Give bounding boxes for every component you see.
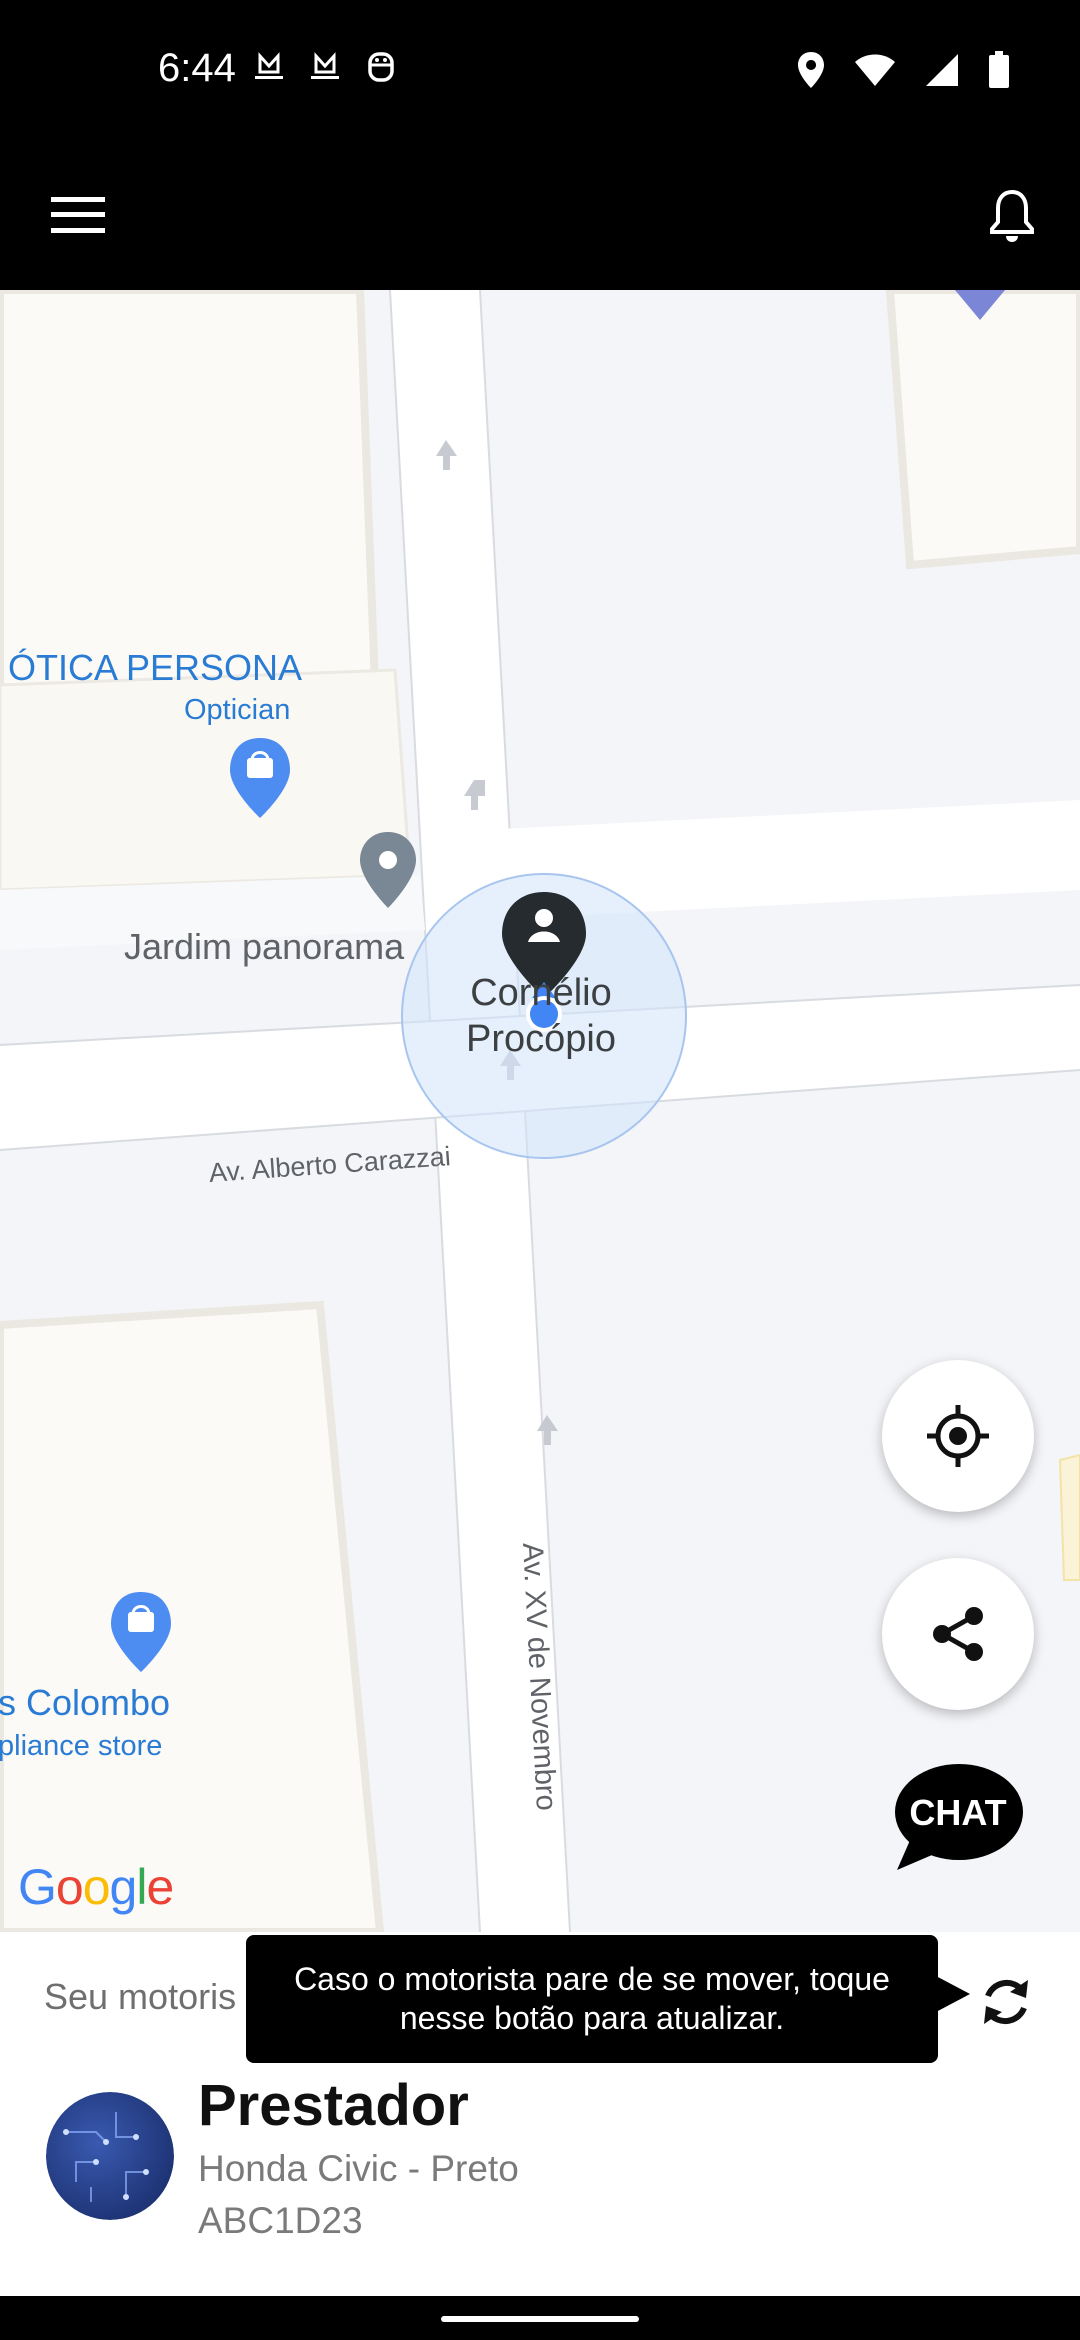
my-location-button[interactable] xyxy=(882,1360,1034,1512)
status-bar: 6:44 xyxy=(0,0,1080,140)
wifi-icon xyxy=(855,54,895,86)
share-button[interactable] xyxy=(882,1558,1034,1710)
signal-icon xyxy=(926,54,958,86)
poi-name-colombo[interactable]: s Colombo xyxy=(0,1682,170,1724)
refresh-icon xyxy=(984,1979,1028,2025)
vehicle-plate: ABC1D23 xyxy=(198,2200,363,2241)
chat-button[interactable]: CHAT xyxy=(893,1762,1023,1874)
place-name-jardim[interactable]: Jardim panorama xyxy=(124,926,404,968)
status-time: 6:44 xyxy=(158,46,236,90)
hamburger-menu-icon xyxy=(51,197,105,233)
quickdrive-notification-icon xyxy=(252,52,286,82)
location-icon xyxy=(798,52,824,88)
menu-button[interactable] xyxy=(40,180,116,250)
marker-label-line2: Procópio xyxy=(466,1018,616,1060)
driver-info-panel: Seu motoris Caso o motorista pare de se … xyxy=(0,1932,1080,2296)
refresh-tooltip: Caso o motorista pare de se mover, toque… xyxy=(246,1935,938,2063)
marker-label-line1: Cornélio xyxy=(470,972,612,1014)
map-view[interactable]: ÓTICA PERSONA Optician Jardim panorama C… xyxy=(0,290,1080,1932)
system-nav-bar xyxy=(0,2296,1080,2340)
battery-icon xyxy=(989,51,1009,88)
share-icon xyxy=(933,1607,983,1661)
poi-name-optica[interactable]: ÓTICA PERSONA xyxy=(8,647,302,689)
chat-label: CHAT xyxy=(909,1792,1007,1833)
robot-notification-icon xyxy=(364,52,398,82)
google-logo: Google xyxy=(18,1859,174,1915)
bell-icon xyxy=(990,189,1034,242)
app-bar xyxy=(0,140,1080,290)
marker-label: Cornélio Procópio xyxy=(436,970,646,1062)
poi-type-optician: Optician xyxy=(184,694,291,726)
refresh-button[interactable] xyxy=(966,1962,1046,2042)
crosshair-icon xyxy=(927,1405,989,1467)
status-notification-icons xyxy=(252,52,398,82)
provider-name: Prestador xyxy=(198,2073,469,2138)
status-system-icons xyxy=(796,50,1010,90)
vehicle-description: Honda Civic - Preto xyxy=(198,2148,519,2189)
home-gesture-handle[interactable] xyxy=(441,2316,639,2322)
provider-avatar xyxy=(46,2092,174,2220)
tooltip-arrow xyxy=(936,1976,970,2012)
quickdrive-notification-icon xyxy=(308,52,342,82)
notifications-button[interactable] xyxy=(972,176,1052,256)
poi-type-appliance: pliance store xyxy=(0,1730,163,1762)
driver-status-text: Seu motoris xyxy=(44,1976,237,2017)
